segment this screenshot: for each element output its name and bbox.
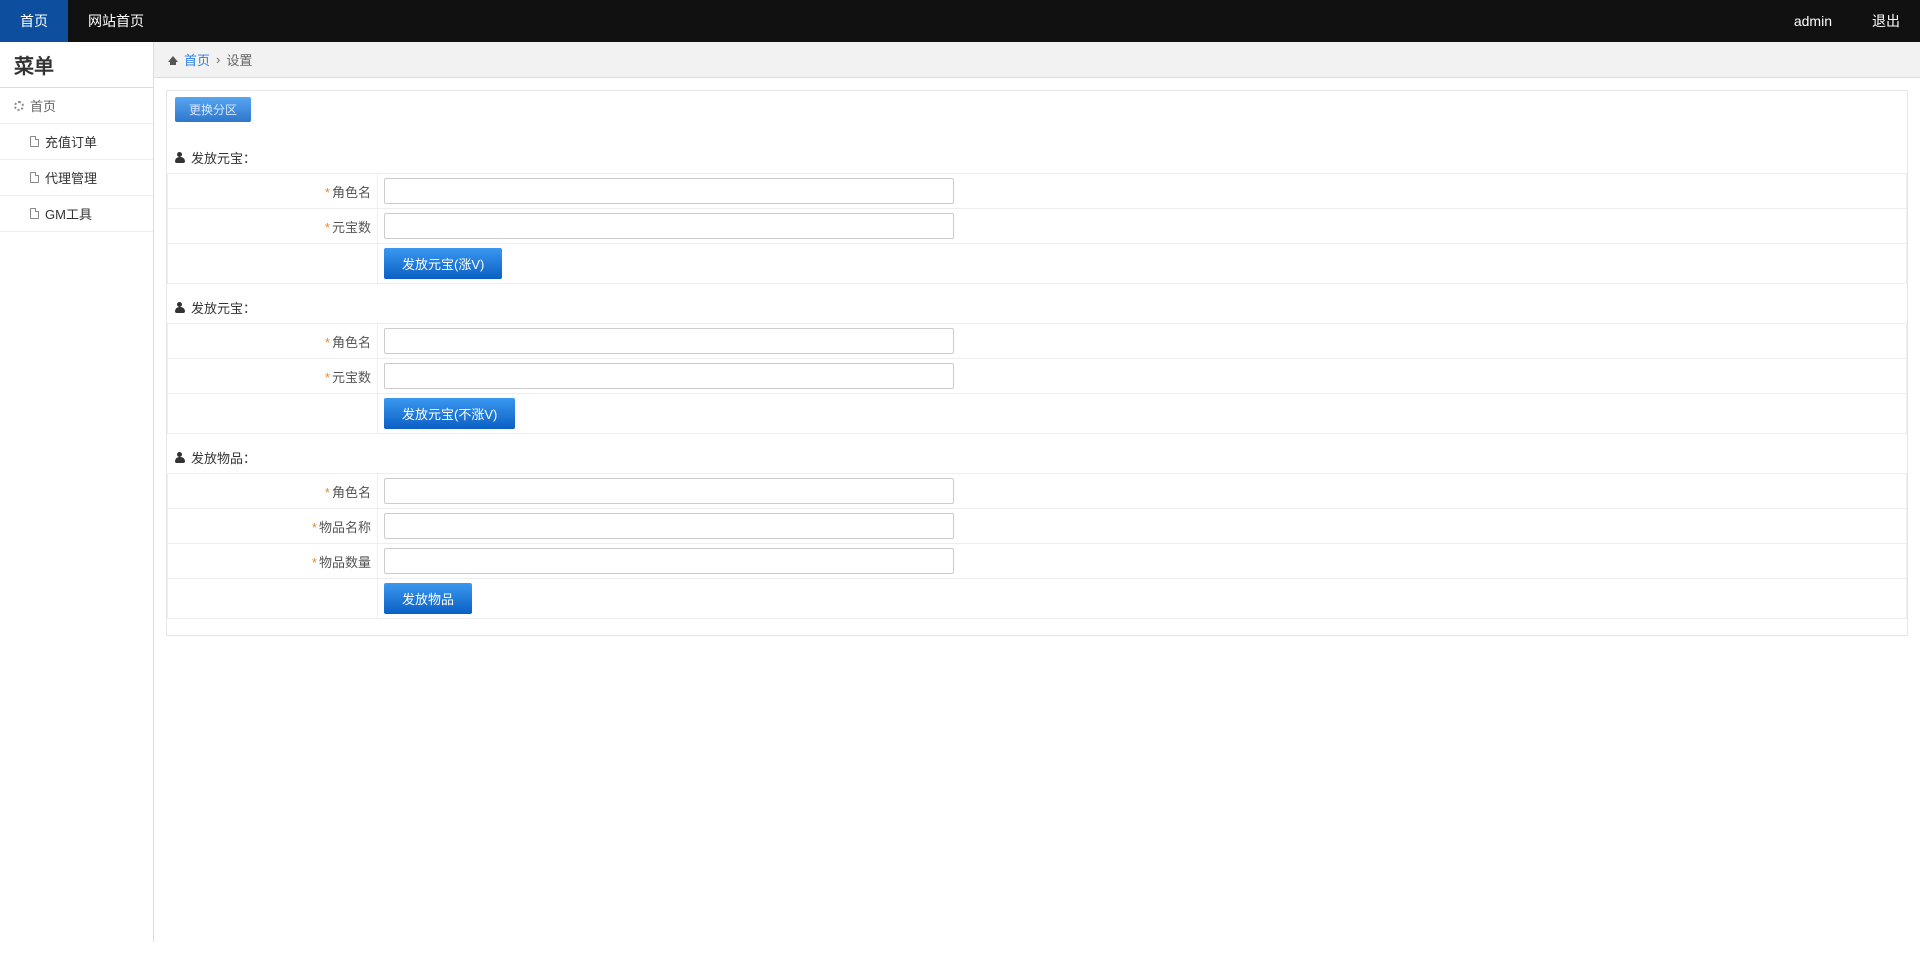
item-name-input[interactable]	[384, 513, 954, 539]
nav-user[interactable]: admin	[1774, 0, 1852, 42]
sidebar: 菜单 首页 充值订单 代理管理 GM工具	[0, 42, 154, 942]
section-title-text: 发放元宝：	[191, 298, 256, 317]
role-name-input[interactable]	[384, 478, 954, 504]
grant-gold-v-button[interactable]: 发放元宝(涨V)	[384, 248, 502, 279]
settings-panel: 更换分区 发放元宝： *角色名 *元宝数 发放元宝(涨V)	[166, 90, 1908, 636]
section-title-grant-gold-no-v: 发放元宝：	[175, 298, 1907, 317]
nav-home[interactable]: 首页	[0, 0, 68, 42]
required-mark: *	[325, 335, 330, 350]
required-mark: *	[312, 520, 317, 535]
gear-icon	[14, 101, 24, 111]
main-content: 首页 › 设置 更换分区 发放元宝： *角色名 *元宝数	[154, 42, 1920, 942]
breadcrumb-current: 设置	[226, 50, 252, 69]
sidebar-item-gm-tools[interactable]: GM工具	[0, 196, 153, 232]
grant-gold-no-v-button[interactable]: 发放元宝(不涨V)	[384, 398, 515, 429]
breadcrumb-home-link[interactable]: 首页	[184, 50, 210, 69]
nav-logout[interactable]: 退出	[1852, 0, 1920, 42]
field-label: 角色名	[332, 185, 371, 200]
gold-amount-input[interactable]	[384, 213, 954, 239]
nav-site-home[interactable]: 网站首页	[68, 0, 164, 42]
form-grant-gold-no-v: *角色名 *元宝数 发放元宝(不涨V)	[167, 323, 1907, 434]
field-label: 元宝数	[332, 220, 371, 235]
sidebar-parent-label: 首页	[30, 96, 56, 115]
home-icon	[168, 52, 178, 67]
sidebar-item-label: 充值订单	[45, 132, 97, 151]
gold-amount-input[interactable]	[384, 363, 954, 389]
required-mark: *	[325, 485, 330, 500]
sidebar-title: 菜单	[0, 42, 153, 88]
sidebar-parent-home[interactable]: 首页	[0, 88, 153, 124]
role-name-input[interactable]	[384, 178, 954, 204]
file-icon	[30, 136, 39, 147]
breadcrumb-separator: ›	[216, 52, 220, 67]
section-title-text: 发放物品：	[191, 448, 256, 467]
section-title-grant-gold-v: 发放元宝：	[175, 148, 1907, 167]
required-mark: *	[325, 185, 330, 200]
user-icon	[175, 303, 185, 313]
section-title-text: 发放元宝：	[191, 148, 256, 167]
user-icon	[175, 153, 185, 163]
grant-item-button[interactable]: 发放物品	[384, 583, 472, 614]
form-grant-item: *角色名 *物品名称 *物品数量 发放物品	[167, 473, 1907, 619]
required-mark: *	[325, 370, 330, 385]
required-mark: *	[325, 220, 330, 235]
field-label: 物品数量	[319, 555, 371, 570]
file-icon	[30, 208, 39, 219]
item-quantity-input[interactable]	[384, 548, 954, 574]
required-mark: *	[312, 555, 317, 570]
breadcrumb: 首页 › 设置	[154, 42, 1920, 78]
change-zone-button[interactable]: 更换分区	[175, 97, 251, 122]
sidebar-item-agent-management[interactable]: 代理管理	[0, 160, 153, 196]
file-icon	[30, 172, 39, 183]
user-icon	[175, 453, 185, 463]
sidebar-item-recharge-orders[interactable]: 充值订单	[0, 124, 153, 160]
field-label: 元宝数	[332, 370, 371, 385]
section-title-grant-item: 发放物品：	[175, 448, 1907, 467]
field-label: 物品名称	[319, 520, 371, 535]
top-nav: 首页 网站首页 admin 退出	[0, 0, 1920, 42]
sidebar-item-label: GM工具	[45, 204, 92, 223]
field-label: 角色名	[332, 485, 371, 500]
form-grant-gold-v: *角色名 *元宝数 发放元宝(涨V)	[167, 173, 1907, 284]
sidebar-item-label: 代理管理	[45, 168, 97, 187]
field-label: 角色名	[332, 335, 371, 350]
role-name-input[interactable]	[384, 328, 954, 354]
